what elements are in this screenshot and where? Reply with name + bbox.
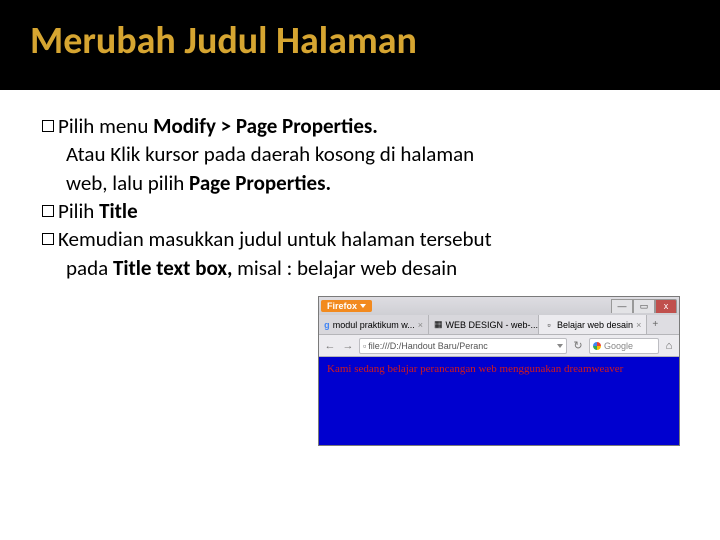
text: misal : belajar web desain xyxy=(232,255,457,281)
search-box[interactable]: Google xyxy=(589,338,659,354)
text: Pilih menu xyxy=(58,113,153,139)
slide-body: Pilih menu Modify > Page Properties. Ata… xyxy=(0,90,720,282)
tab-label: modul praktikum w... xyxy=(333,320,415,330)
tab-label: Belajar web desain xyxy=(557,320,633,330)
text-bold: Page Properties. xyxy=(189,170,331,196)
firefox-menu-button[interactable]: Firefox xyxy=(321,300,372,312)
close-tab-icon[interactable]: × xyxy=(636,320,641,330)
bullet-1: Pilih menu Modify > Page Properties. xyxy=(42,112,678,140)
page-icon: ▫ xyxy=(363,341,366,351)
back-button[interactable]: ← xyxy=(323,339,337,353)
favicon-google-icon: g xyxy=(324,320,330,330)
page-viewport: Kami sedang belajar perancangan web meng… xyxy=(319,357,679,445)
text: pada xyxy=(66,255,113,281)
text-bold: Title text box, xyxy=(113,255,232,281)
window-titlebar: Firefox — ▭ x xyxy=(319,297,679,315)
favicon-page-icon: ▫ xyxy=(544,320,554,330)
firefox-label: Firefox xyxy=(327,301,357,311)
bullet-2: Pilih Title xyxy=(42,197,678,225)
text: Atau Klik kursor pada daerah kosong di h… xyxy=(66,141,474,167)
forward-button[interactable]: → xyxy=(341,339,355,353)
url-text: file:///D:/Handout Baru/Peranc xyxy=(368,341,488,351)
google-icon xyxy=(593,342,601,350)
browser-window: Firefox — ▭ x g modul praktikum w... × ▦… xyxy=(318,296,680,446)
page-content-text: Kami sedang belajar perancangan web meng… xyxy=(327,363,671,375)
chevron-down-icon xyxy=(360,304,366,308)
bullet-3: Kemudian masukkan judul untuk halaman te… xyxy=(42,225,678,253)
text: web, lalu pilih xyxy=(66,170,189,196)
tab[interactable]: g modul praktikum w... × xyxy=(319,315,429,334)
minimize-button[interactable]: — xyxy=(611,299,633,313)
maximize-button[interactable]: ▭ xyxy=(633,299,655,313)
slide-title: Merubah Judul Halaman xyxy=(30,18,690,64)
dropdown-icon[interactable] xyxy=(556,342,563,349)
bullet-3-cont: pada Title text box, misal : belajar web… xyxy=(42,254,678,282)
text: Kemudian masukkan judul untuk halaman te… xyxy=(58,226,492,252)
search-placeholder: Google xyxy=(604,341,633,351)
tab-active[interactable]: ▫ Belajar web desain × xyxy=(539,315,647,334)
bullet-square-icon xyxy=(42,233,54,245)
nav-toolbar: ← → ▫ file:///D:/Handout Baru/Peranc ↻ G… xyxy=(319,335,679,357)
tab[interactable]: ▦ WEB DESIGN - web-... × xyxy=(429,315,539,334)
favicon-page-icon: ▦ xyxy=(434,320,443,330)
text-bold: Modify > Page Properties. xyxy=(153,113,378,139)
bullet-square-icon xyxy=(42,120,54,132)
close-tab-icon[interactable]: × xyxy=(418,320,423,330)
bullet-1-cont: Atau Klik kursor pada daerah kosong di h… xyxy=(42,140,678,197)
tab-label: WEB DESIGN - web-... xyxy=(446,320,539,330)
home-button[interactable]: ⌂ xyxy=(663,340,675,352)
text-bold: Title xyxy=(99,198,138,224)
text: Pilih xyxy=(58,198,99,224)
new-tab-button[interactable]: + xyxy=(647,315,663,334)
reload-button[interactable]: ↻ xyxy=(571,339,585,353)
bullet-square-icon xyxy=(42,205,54,217)
close-button[interactable]: x xyxy=(655,299,677,313)
tab-strip: g modul praktikum w... × ▦ WEB DESIGN - … xyxy=(319,315,679,335)
address-bar[interactable]: ▫ file:///D:/Handout Baru/Peranc xyxy=(359,338,567,354)
